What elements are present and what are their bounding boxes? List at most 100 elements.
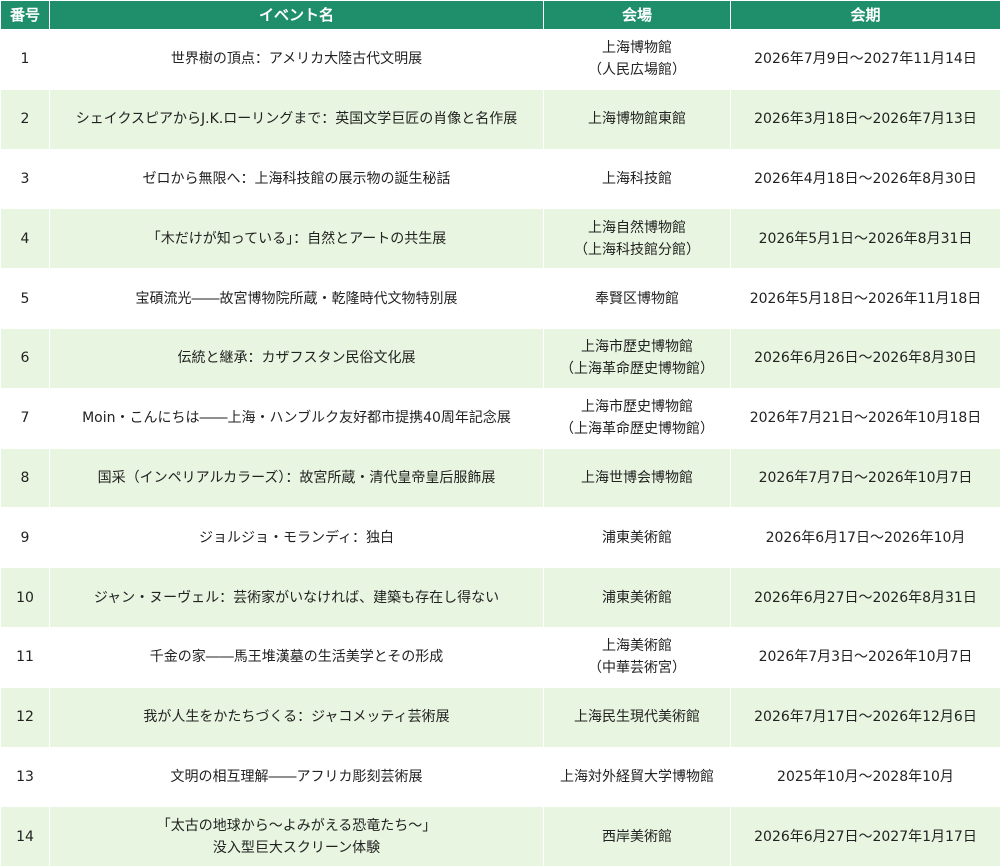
cell-event: 文明の相互理解――アフリカ彫刻芸術展 bbox=[50, 747, 544, 807]
event-name-line: ジョルジョ・モランディ：独白 bbox=[54, 527, 539, 549]
cell-event: ジョルジョ・モランディ：独白 bbox=[50, 508, 544, 568]
cell-no: 12 bbox=[1, 687, 50, 747]
cell-venue: 上海市歴史博物館（上海革命歴史博物館） bbox=[544, 328, 731, 388]
cell-event: ゼロから無限へ：上海科技館の展示物の誕生秘話 bbox=[50, 149, 544, 209]
table-row: 3ゼロから無限へ：上海科技館の展示物の誕生秘話上海科技館2026年4月18日～2… bbox=[1, 149, 1000, 209]
cell-venue: 浦東美術館 bbox=[544, 508, 731, 568]
event-name-line: 国采（インペリアルカラーズ）：故宮所蔵・清代皇帝皇后服飾展 bbox=[54, 467, 539, 489]
cell-no: 5 bbox=[1, 269, 50, 329]
cell-period: 2026年7月17日～2026年12月6日 bbox=[731, 687, 1000, 747]
cell-event: 「木だけが知っている」：自然とアートの共生展 bbox=[50, 209, 544, 269]
table-row: 10ジャン・ヌーヴェル：芸術家がいなければ、建築も存在し得ない浦東美術館2026… bbox=[1, 568, 1000, 628]
cell-no: 7 bbox=[1, 388, 50, 448]
venue-line: 上海世博会博物館 bbox=[548, 467, 726, 489]
table-row: 13文明の相互理解――アフリカ彫刻芸術展上海対外経貿大学博物館2025年10月～… bbox=[1, 747, 1000, 807]
cell-period: 2026年7月9日～2027年11月14日 bbox=[731, 30, 1000, 90]
venue-line: 上海博物館東館 bbox=[548, 108, 726, 130]
table-row: 7Moin・こんにちは――上海・ハンブルク友好都市提携40周年記念展上海市歴史博… bbox=[1, 388, 1000, 448]
cell-event: ジャン・ヌーヴェル：芸術家がいなければ、建築も存在し得ない bbox=[50, 568, 544, 628]
event-name-line: 伝統と継承：カザフスタン民俗文化展 bbox=[54, 347, 539, 369]
cell-venue: 西岸美術館 bbox=[544, 807, 731, 867]
cell-venue: 上海美術館（中華芸術宮） bbox=[544, 627, 731, 687]
cell-venue: 奉賢区博物館 bbox=[544, 269, 731, 329]
cell-event: 千金の家――馬王堆漢墓の生活美学とその形成 bbox=[50, 627, 544, 687]
cell-venue: 上海対外経貿大学博物館 bbox=[544, 747, 731, 807]
table-row: 9ジョルジョ・モランディ：独白浦東美術館2026年6月17日～2026年10月 bbox=[1, 508, 1000, 568]
table-row: 2シェイクスピアからJ.K.ローリングまで：英国文学巨匠の肖像と名作展上海博物館… bbox=[1, 89, 1000, 149]
venue-line: （上海科技館分館） bbox=[548, 239, 726, 261]
cell-no: 6 bbox=[1, 328, 50, 388]
venue-line: 上海対外経貿大学博物館 bbox=[548, 766, 726, 788]
cell-event: 世界樹の頂点：アメリカ大陸古代文明展 bbox=[50, 30, 544, 90]
venue-line: 西岸美術館 bbox=[548, 826, 726, 848]
header-period: 会期 bbox=[731, 1, 1000, 30]
venue-line: 浦東美術館 bbox=[548, 527, 726, 549]
cell-period: 2026年4月18日～2026年8月30日 bbox=[731, 149, 1000, 209]
header-row: 番号 イベント名 会場 会期 bbox=[1, 1, 1000, 30]
cell-period: 2026年3月18日～2026年7月13日 bbox=[731, 89, 1000, 149]
header-no: 番号 bbox=[1, 1, 50, 30]
header-event: イベント名 bbox=[50, 1, 544, 30]
cell-period: 2026年5月18日～2026年11月18日 bbox=[731, 269, 1000, 329]
venue-line: （中華芸術宮） bbox=[548, 657, 726, 679]
table-row: 1世界樹の頂点：アメリカ大陸古代文明展上海博物館（人民広場館）2026年7月9日… bbox=[1, 30, 1000, 90]
venue-line: 上海科技館 bbox=[548, 168, 726, 190]
event-name-line: 「太古の地球から～よみがえる恐竜たち～」 bbox=[54, 815, 539, 837]
cell-period: 2026年6月17日～2026年10月 bbox=[731, 508, 1000, 568]
cell-venue: 上海世博会博物館 bbox=[544, 448, 731, 508]
table-row: 12我が人生をかたちづくる：ジャコメッティ芸術展上海民生現代美術館2026年7月… bbox=[1, 687, 1000, 747]
table-row: 8国采（インペリアルカラーズ）：故宮所蔵・清代皇帝皇后服飾展上海世博会博物館20… bbox=[1, 448, 1000, 508]
event-name-line: 文明の相互理解――アフリカ彫刻芸術展 bbox=[54, 766, 539, 788]
cell-no: 4 bbox=[1, 209, 50, 269]
venue-line: 上海美術館 bbox=[548, 635, 726, 657]
cell-venue: 上海科技館 bbox=[544, 149, 731, 209]
cell-no: 11 bbox=[1, 627, 50, 687]
cell-no: 3 bbox=[1, 149, 50, 209]
cell-period: 2026年5月1日～2026年8月31日 bbox=[731, 209, 1000, 269]
venue-line: （上海革命歴史博物館） bbox=[548, 358, 726, 380]
venue-line: （上海革命歴史博物館） bbox=[548, 418, 726, 440]
event-name-line: ジャン・ヌーヴェル：芸術家がいなければ、建築も存在し得ない bbox=[54, 587, 539, 609]
cell-no: 9 bbox=[1, 508, 50, 568]
cell-no: 1 bbox=[1, 30, 50, 90]
cell-period: 2025年10月～2028年10月 bbox=[731, 747, 1000, 807]
cell-event: 「太古の地球から～よみがえる恐竜たち～」没入型巨大スクリーン体験 bbox=[50, 807, 544, 867]
header-venue: 会場 bbox=[544, 1, 731, 30]
table-body: 1世界樹の頂点：アメリカ大陸古代文明展上海博物館（人民広場館）2026年7月9日… bbox=[1, 30, 1000, 867]
event-name-line: 宝碩流光――故宮博物院所蔵・乾隆時代文物特別展 bbox=[54, 288, 539, 310]
cell-venue: 上海自然博物館（上海科技館分館） bbox=[544, 209, 731, 269]
cell-venue: 上海博物館（人民広場館） bbox=[544, 30, 731, 90]
event-name-line: ゼロから無限へ：上海科技館の展示物の誕生秘話 bbox=[54, 168, 539, 190]
venue-line: 奉賢区博物館 bbox=[548, 288, 726, 310]
cell-venue: 上海民生現代美術館 bbox=[544, 687, 731, 747]
events-table: 番号 イベント名 会場 会期 1世界樹の頂点：アメリカ大陸古代文明展上海博物館（… bbox=[0, 0, 1000, 867]
event-name-line: 「木だけが知っている」：自然とアートの共生展 bbox=[54, 228, 539, 250]
cell-event: 伝統と継承：カザフスタン民俗文化展 bbox=[50, 328, 544, 388]
cell-no: 10 bbox=[1, 568, 50, 628]
table-row: 4「木だけが知っている」：自然とアートの共生展上海自然博物館（上海科技館分館）2… bbox=[1, 209, 1000, 269]
cell-period: 2026年6月27日～2027年1月17日 bbox=[731, 807, 1000, 867]
event-name-line: 没入型巨大スクリーン体験 bbox=[54, 837, 539, 859]
venue-line: 浦東美術館 bbox=[548, 587, 726, 609]
cell-period: 2026年7月7日～2026年10月7日 bbox=[731, 448, 1000, 508]
venue-line: 上海民生現代美術館 bbox=[548, 706, 726, 728]
venue-line: 上海自然博物館 bbox=[548, 217, 726, 239]
cell-event: 国采（インペリアルカラーズ）：故宮所蔵・清代皇帝皇后服飾展 bbox=[50, 448, 544, 508]
table-row: 5宝碩流光――故宮博物院所蔵・乾隆時代文物特別展奉賢区博物館2026年5月18日… bbox=[1, 269, 1000, 329]
cell-event: 宝碩流光――故宮博物院所蔵・乾隆時代文物特別展 bbox=[50, 269, 544, 329]
cell-venue: 上海博物館東館 bbox=[544, 89, 731, 149]
cell-period: 2026年6月27日～2026年8月31日 bbox=[731, 568, 1000, 628]
cell-event: シェイクスピアからJ.K.ローリングまで：英国文学巨匠の肖像と名作展 bbox=[50, 89, 544, 149]
cell-venue: 浦東美術館 bbox=[544, 568, 731, 628]
cell-period: 2026年7月3日～2026年10月7日 bbox=[731, 627, 1000, 687]
table-row: 6伝統と継承：カザフスタン民俗文化展上海市歴史博物館（上海革命歴史博物館）202… bbox=[1, 328, 1000, 388]
cell-period: 2026年6月26日～2026年8月30日 bbox=[731, 328, 1000, 388]
event-name-line: シェイクスピアからJ.K.ローリングまで：英国文学巨匠の肖像と名作展 bbox=[54, 108, 539, 130]
cell-no: 8 bbox=[1, 448, 50, 508]
event-name-line: Moin・こんにちは――上海・ハンブルク友好都市提携40周年記念展 bbox=[54, 407, 539, 429]
cell-period: 2026年7月21日～2026年10月18日 bbox=[731, 388, 1000, 448]
table-row: 14「太古の地球から～よみがえる恐竜たち～」没入型巨大スクリーン体験西岸美術館2… bbox=[1, 807, 1000, 867]
cell-no: 13 bbox=[1, 747, 50, 807]
venue-line: 上海博物館 bbox=[548, 37, 726, 59]
event-name-line: 千金の家――馬王堆漢墓の生活美学とその形成 bbox=[54, 646, 539, 668]
